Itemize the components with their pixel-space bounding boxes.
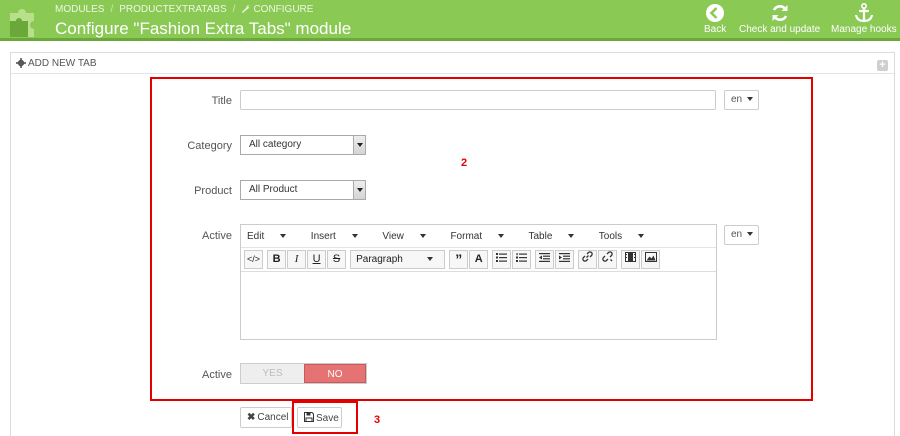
page-title: Configure "Fashion Extra Tabs" module [55,19,352,38]
page-header: MODULES / PRODUCTEXTRATABS / CONFIGURE Confi… [0,0,900,41]
breadcrumb-modules[interactable]: MODULES [55,4,104,15]
breadcrumb-configure: CONFIGURE [253,4,314,15]
breadcrumb-productextratabs[interactable]: PRODUCTEXTRATABS [119,4,226,15]
expand-plus-icon[interactable]: + [877,60,888,71]
annotation-box-form [150,77,813,401]
breadcrumb: MODULES / PRODUCTEXTRATABS / CONFIGURE [55,4,314,15]
manage-hooks-label: Manage hooks [831,24,897,35]
refresh-icon [772,5,788,21]
annotation-number-3: 3 [374,414,381,426]
panel-heading-text: ADD NEW TAB [28,58,97,69]
gear-icon [16,58,26,68]
panel-heading: ADD NEW TAB [11,53,894,74]
back-arrow-icon [706,4,725,22]
cancel-button[interactable]: ✖ Cancel [240,407,292,428]
cancel-label: Cancel [257,412,289,423]
anchor-icon [854,3,873,23]
back-button[interactable]: Back [704,3,726,35]
annotation-box-save [292,401,358,434]
wrench-icon [242,4,250,13]
manage-hooks-button[interactable]: Manage hooks [831,3,897,35]
annotation-number-2: 2 [461,157,468,169]
back-label: Back [704,24,727,35]
puzzle-logo-icon [10,9,34,37]
check-and-update-button[interactable]: Check and update [739,3,820,35]
check-and-update-label: Check and update [739,24,821,35]
close-icon: ✖ [247,412,256,423]
